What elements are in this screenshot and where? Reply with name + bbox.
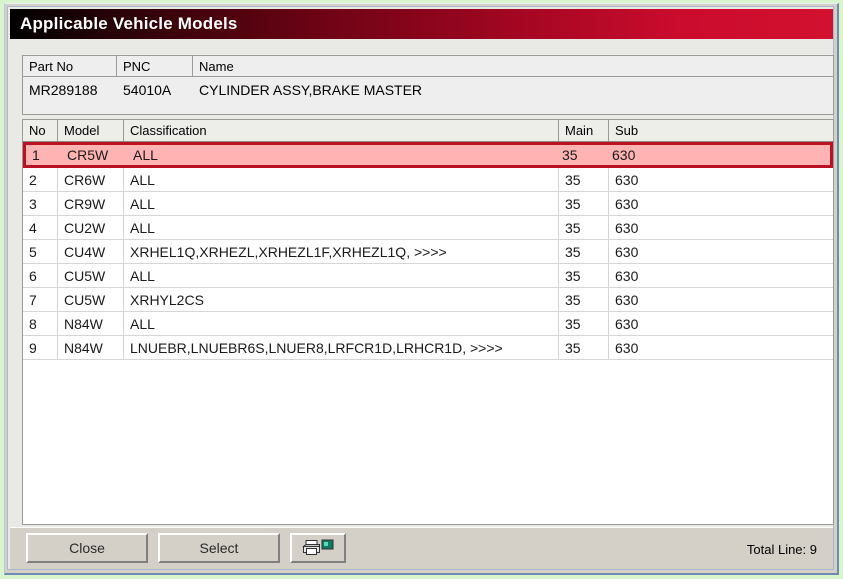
footer-bar: Close Select Total Line: 9 xyxy=(10,527,833,569)
grid-header-sub[interactable]: Sub xyxy=(609,120,833,141)
grid-body: 1 CR5W ALL 35 630 2 CR6W ALL 35 630 3 CR9W ALL 35 630 4… xyxy=(23,142,833,360)
cell-classification: ALL xyxy=(124,312,559,335)
table-row-selected[interactable]: 1 CR5W ALL 35 630 xyxy=(23,142,833,168)
table-row[interactable]: 5 CU4W XRHEL1Q,XRHEZL,XRHEZL1F,XRHEZL1Q, >… xyxy=(23,240,833,264)
cell-model: CU2W xyxy=(58,216,124,239)
cell-main: 35 xyxy=(559,264,609,287)
cell-model: CR6W xyxy=(58,168,124,191)
cell-no: 1 xyxy=(32,147,40,163)
cell-classification: XRHEL1Q,XRHEZL,XRHEZL1F,XRHEZL1Q, >>>> xyxy=(124,240,559,263)
cell-no: 2 xyxy=(23,168,58,191)
part-info-panel: Part No PNC Name MR289188 54010A CYLINDE… xyxy=(22,55,834,115)
grid-header-model[interactable]: Model xyxy=(58,120,124,141)
cell-main: 35 xyxy=(559,312,609,335)
part-info-header-pnc: PNC xyxy=(117,56,193,76)
table-row[interactable]: 3 CR9W ALL 35 630 xyxy=(23,192,833,216)
cell-main: 35 xyxy=(562,147,578,163)
close-button[interactable]: Close xyxy=(26,533,148,563)
cell-main: 35 xyxy=(559,216,609,239)
table-row[interactable]: 2 CR6W ALL 35 630 xyxy=(23,168,833,192)
cell-model: CR5W xyxy=(67,147,109,163)
cell-model: N84W xyxy=(58,336,124,359)
window-title: Applicable Vehicle Models xyxy=(20,14,238,33)
cell-no: 9 xyxy=(23,336,58,359)
window-titlebar: Applicable Vehicle Models xyxy=(10,9,833,39)
cell-classification: ALL xyxy=(124,216,559,239)
cell-model: CU4W xyxy=(58,240,124,263)
applicable-vehicle-models-window: Applicable Vehicle Models Part No PNC Na… xyxy=(4,3,839,575)
table-row[interactable]: 4 CU2W ALL 35 630 xyxy=(23,216,833,240)
cell-sub: 630 xyxy=(615,243,639,260)
print-button[interactable] xyxy=(290,533,346,563)
cell-classification: LNUEBR,LNUEBR6S,LNUER8,LRFCR1D,LRHCR1D, … xyxy=(124,336,559,359)
grid-header-no[interactable]: No xyxy=(23,120,58,141)
part-info-header-part-no: Part No xyxy=(23,56,117,76)
cell-sub: 630 xyxy=(612,147,636,163)
cell-sub: 630 xyxy=(615,195,639,212)
cell-no: 8 xyxy=(23,312,58,335)
cell-main: 35 xyxy=(559,168,609,191)
cell-main: 35 xyxy=(559,336,609,359)
part-info-header-name: Name xyxy=(199,58,234,74)
cell-classification: ALL xyxy=(133,147,158,163)
window-client-area: Applicable Vehicle Models Part No PNC Na… xyxy=(7,6,834,570)
cell-model: CU5W xyxy=(58,288,124,311)
cell-no: 3 xyxy=(23,192,58,215)
cell-sub: 630 xyxy=(615,315,639,332)
cell-no: 5 xyxy=(23,240,58,263)
screen: Applicable Vehicle Models Part No PNC Na… xyxy=(0,0,843,579)
cell-sub: 630 xyxy=(615,267,639,284)
table-row[interactable]: 9 N84W LNUEBR,LNUEBR6S,LNUER8,LRFCR1D,LRHC… xyxy=(23,336,833,360)
table-row[interactable]: 6 CU5W ALL 35 630 xyxy=(23,264,833,288)
cell-main: 35 xyxy=(559,240,609,263)
cell-classification: ALL xyxy=(124,192,559,215)
part-info-pnc: 54010A xyxy=(123,82,172,98)
cell-sub: 630 xyxy=(615,219,639,236)
cell-sub: 630 xyxy=(615,339,639,356)
part-info-name: CYLINDER ASSY,BRAKE MASTER xyxy=(199,82,423,98)
select-button[interactable]: Select xyxy=(158,533,280,563)
cell-classification: ALL xyxy=(124,168,559,191)
table-row[interactable]: 8 N84W ALL 35 630 xyxy=(23,312,833,336)
grid-header-main[interactable]: Main xyxy=(559,120,609,141)
printer-icon xyxy=(301,538,335,558)
cell-no: 4 xyxy=(23,216,58,239)
cell-model: CR9W xyxy=(58,192,124,215)
grid-header-row: No Model Classification Main Sub xyxy=(23,120,833,142)
cell-main: 35 xyxy=(559,288,609,311)
cell-sub: 630 xyxy=(615,171,639,188)
cell-classification: XRHYL2CS xyxy=(124,288,559,311)
cell-sub: 630 xyxy=(615,291,639,308)
grid-header-classification[interactable]: Classification xyxy=(124,120,559,141)
total-line-label: Total Line: 9 xyxy=(746,542,817,557)
cell-model: CU5W xyxy=(58,264,124,287)
cell-main: 35 xyxy=(559,192,609,215)
part-info-part-no: MR289188 xyxy=(29,82,98,98)
cell-no: 7 xyxy=(23,288,58,311)
cell-classification: ALL xyxy=(124,264,559,287)
part-info-value-row: MR289188 54010A CYLINDER ASSY,BRAKE MAST… xyxy=(23,77,833,103)
table-row[interactable]: 7 CU5W XRHYL2CS 35 630 xyxy=(23,288,833,312)
vehicle-models-grid[interactable]: No Model Classification Main Sub 1 CR5W AL… xyxy=(22,119,834,525)
grid-empty-area xyxy=(23,360,833,520)
part-info-header-row: Part No PNC Name xyxy=(23,56,833,77)
cell-model: N84W xyxy=(58,312,124,335)
cell-no: 6 xyxy=(23,264,58,287)
